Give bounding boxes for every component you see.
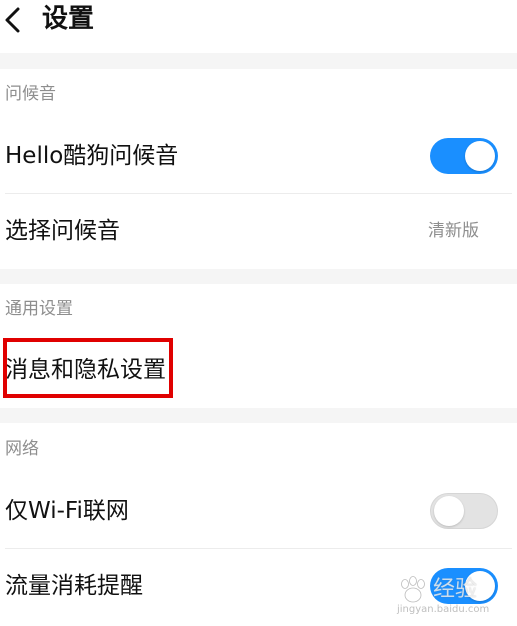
page-title: 设置 <box>42 4 95 34</box>
settings-row-message-privacy[interactable]: 消息和隐私设置 <box>0 334 517 406</box>
row-divider <box>5 548 512 549</box>
section-gap <box>0 269 517 284</box>
section-label-network: 网络 <box>5 439 39 459</box>
toggle-knob <box>434 496 464 526</box>
data-usage-reminder-toggle[interactable] <box>430 568 498 604</box>
row-value: 清新版 <box>428 221 479 241</box>
section-gap <box>0 408 517 423</box>
hello-greeting-toggle[interactable] <box>430 138 498 174</box>
row-label: Hello酷狗问候音 <box>5 143 179 169</box>
settings-row-hello-greeting[interactable]: Hello酷狗问候音 <box>0 120 517 192</box>
section-label-greeting: 问候音 <box>5 84 56 104</box>
settings-row-wifi-only[interactable]: 仅Wi-Fi联网 <box>0 475 517 547</box>
section-gap <box>0 53 517 69</box>
section-label-general: 通用设置 <box>5 299 73 319</box>
row-label: 选择问候音 <box>5 218 120 244</box>
toggle-knob <box>465 141 495 171</box>
toggle-knob <box>465 571 495 601</box>
row-divider <box>5 193 512 194</box>
row-label: 消息和隐私设置 <box>5 357 166 383</box>
top-bar: 设置 <box>0 0 517 46</box>
wifi-only-toggle[interactable] <box>430 493 498 529</box>
settings-row-data-usage-reminder[interactable]: 流量消耗提醒 <box>0 550 517 622</box>
chevron-left-icon[interactable] <box>2 6 26 34</box>
row-label: 流量消耗提醒 <box>5 573 143 599</box>
settings-row-select-greeting[interactable]: 选择问候音 清新版 <box>0 195 517 267</box>
row-label: 仅Wi-Fi联网 <box>5 498 129 524</box>
